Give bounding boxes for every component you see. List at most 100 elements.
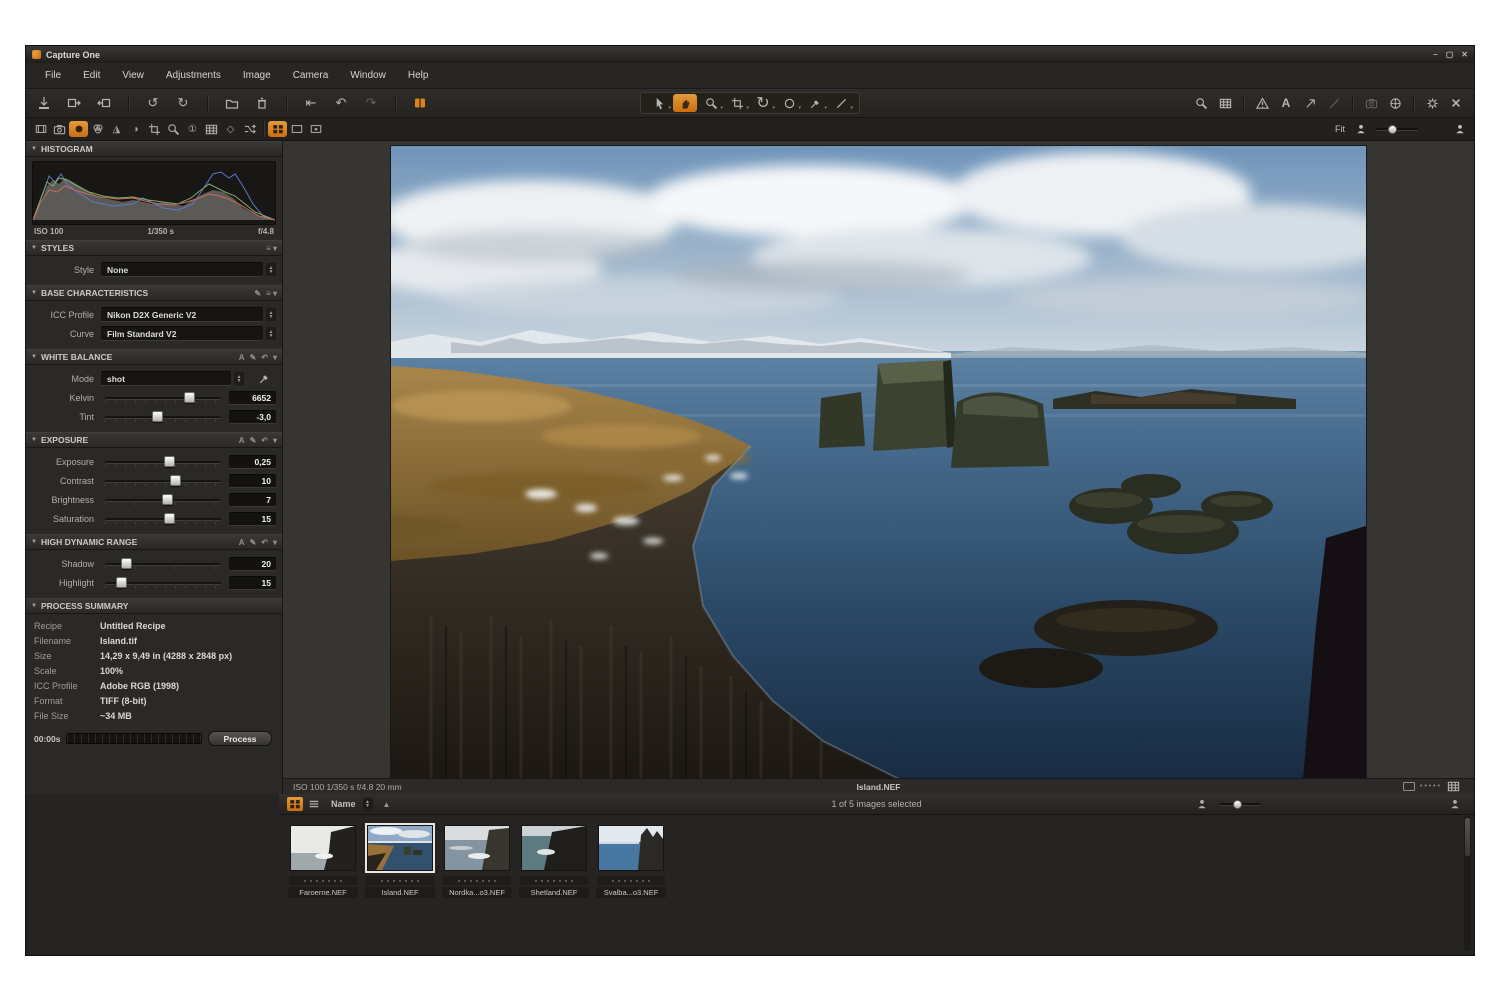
mark-readonly-icon[interactable]	[1324, 94, 1344, 112]
style-stepper[interactable]: ▲▼	[266, 263, 276, 276]
rating-dots[interactable]	[520, 876, 588, 885]
exposure-reset-icon[interactable]: ↶	[261, 436, 268, 445]
wb-mode-stepper[interactable]: ▲▼	[234, 372, 244, 385]
menu-view[interactable]: View	[111, 70, 155, 81]
filmroll-icon[interactable]	[1385, 94, 1405, 112]
brightness-value[interactable]: 7	[229, 493, 276, 507]
histogram-panel-header[interactable]: ▼HISTOGRAM	[26, 141, 282, 157]
viewer-zoom-slider[interactable]	[1376, 125, 1418, 133]
view-proof-icon[interactable]	[306, 121, 325, 137]
close-button[interactable]: ✕	[1461, 50, 1468, 59]
saturation-value[interactable]: 15	[229, 512, 276, 526]
browser-sort-stepper[interactable]: ▲▼	[363, 798, 373, 811]
tab-crop-icon[interactable]	[145, 121, 164, 137]
tab-capture-icon[interactable]	[50, 121, 69, 137]
wb-mode-dropdown[interactable]: shot	[101, 371, 231, 386]
thumbnail-svalbard[interactable]: Svalba...o3.NEF	[595, 826, 667, 898]
crop-tool-icon[interactable]: ▾	[725, 94, 749, 112]
exposure-auto-icon[interactable]: A	[239, 436, 245, 445]
grid-overlay-icon[interactable]	[1215, 94, 1235, 112]
tint-slider[interactable]	[103, 410, 223, 423]
exposure-slider[interactable]	[103, 455, 223, 468]
thumbnail-island[interactable]: Island.NEF	[364, 826, 436, 898]
collections-icon[interactable]	[410, 94, 430, 112]
wb-edit-icon[interactable]: ✎	[250, 353, 257, 362]
hdr-reset-icon[interactable]: ↶	[261, 538, 268, 547]
browser-sort-field[interactable]: Name	[331, 799, 356, 809]
base-characteristics-panel-header[interactable]: ▼BASE CHARACTERISTICS ✎≡ ▾	[26, 285, 282, 301]
browser-scrollbar[interactable]	[1464, 816, 1471, 951]
redo-icon[interactable]: ↷	[361, 94, 381, 112]
menu-help[interactable]: Help	[397, 70, 440, 81]
shadow-value[interactable]: 20	[229, 557, 276, 571]
minimize-button[interactable]: –	[1433, 50, 1437, 59]
rotate-ccw-icon[interactable]: ↺	[143, 94, 163, 112]
tab-library-icon[interactable]	[31, 121, 50, 137]
slideshow-icon[interactable]	[1300, 94, 1320, 112]
settings-gear-icon[interactable]	[1422, 94, 1442, 112]
tab-output-icon[interactable]	[202, 121, 221, 137]
exposure-edit-icon[interactable]: ✎	[250, 436, 257, 445]
nav-dots[interactable]: • • • • •	[1420, 783, 1440, 790]
apply-adjustments-icon[interactable]	[94, 94, 114, 112]
styles-menu-icon[interactable]: ≡ ▾	[266, 244, 277, 253]
filmstrip-icon[interactable]	[1445, 780, 1461, 794]
hdr-auto-icon[interactable]: A	[239, 538, 245, 547]
wb-reset-icon[interactable]: ↶	[261, 353, 268, 362]
saturation-slider[interactable]	[103, 512, 223, 525]
pan-hand-icon[interactable]: ▾	[673, 94, 697, 112]
wb-eyedropper-icon[interactable]	[254, 370, 274, 388]
hdr-menu-icon[interactable]: ▾	[273, 538, 277, 547]
title-bar[interactable]: Capture One – ▢ ✕	[26, 46, 1474, 63]
icc-stepper[interactable]: ▲▼	[266, 308, 276, 321]
rating-dots[interactable]	[289, 876, 357, 885]
styles-panel-header[interactable]: ▼STYLES ≡ ▾	[26, 240, 282, 256]
capture-icon[interactable]	[1361, 94, 1381, 112]
rating-dots[interactable]	[597, 876, 665, 885]
rotate-tool-icon[interactable]: ↻▾	[751, 94, 775, 112]
thumbnail-faroerne[interactable]: Faroerne.NEF	[287, 826, 359, 898]
wb-menu-icon[interactable]: ▾	[273, 353, 277, 362]
view-multi-icon[interactable]	[268, 121, 287, 137]
menu-window[interactable]: Window	[339, 70, 397, 81]
import-icon[interactable]	[34, 94, 54, 112]
rating-dots[interactable]	[443, 876, 511, 885]
select-cursor-icon[interactable]: ▾	[647, 94, 671, 112]
menu-file[interactable]: File	[34, 70, 72, 81]
reset-adjustments-icon[interactable]: ⇤	[301, 94, 321, 112]
zoom-viewer-icon[interactable]	[1191, 94, 1211, 112]
tab-quick-icon[interactable]	[69, 121, 88, 137]
wb-auto-icon[interactable]: A	[239, 353, 245, 362]
tab-exposure-icon[interactable]: ◮	[107, 121, 126, 137]
sort-ascending-icon[interactable]: ▲	[383, 800, 391, 809]
browser-grid-view-icon[interactable]	[287, 797, 303, 811]
process-summary-panel-header[interactable]: ▼PROCESS SUMMARY	[26, 598, 282, 614]
style-dropdown[interactable]: None	[101, 262, 263, 277]
icc-profile-dropdown[interactable]: Nikon D2X Generic V2	[101, 307, 263, 322]
thumbnail-nordkapp[interactable]: Nordka...o3.NEF	[441, 826, 513, 898]
shadow-slider[interactable]	[103, 557, 223, 570]
thumb-size-slider[interactable]	[1219, 800, 1261, 808]
tint-value[interactable]: -3,0	[229, 410, 276, 424]
kelvin-slider[interactable]	[103, 391, 223, 404]
brightness-slider[interactable]	[103, 493, 223, 506]
exposure-menu-icon[interactable]: ▾	[273, 436, 277, 445]
tab-lens-icon[interactable]: ◑	[126, 121, 145, 137]
main-photo[interactable]	[391, 146, 1366, 779]
undo-icon[interactable]: ↶	[331, 94, 351, 112]
trash-icon[interactable]	[252, 94, 272, 112]
exposure-panel-header[interactable]: ▼EXPOSURE A✎↶▾	[26, 432, 282, 448]
customize-icon[interactable]	[1446, 94, 1466, 112]
maximize-button[interactable]: ▢	[1446, 50, 1454, 59]
highlight-value[interactable]: 15	[229, 576, 276, 590]
view-single-icon[interactable]	[287, 121, 306, 137]
tab-shortcuts-icon[interactable]	[240, 121, 259, 137]
spot-tool-icon[interactable]: ▾	[777, 94, 801, 112]
loupe-tool-icon[interactable]: ▾	[699, 94, 723, 112]
curve-dropdown[interactable]: Film Standard V2	[101, 326, 263, 341]
exposure-warning-icon[interactable]	[1252, 94, 1272, 112]
copy-adjustments-icon[interactable]	[64, 94, 84, 112]
menu-image[interactable]: Image	[232, 70, 282, 81]
thumbnail-shetland[interactable]: Shetland.NEF	[518, 826, 590, 898]
proof-profile-icon[interactable]: A	[1276, 94, 1296, 112]
